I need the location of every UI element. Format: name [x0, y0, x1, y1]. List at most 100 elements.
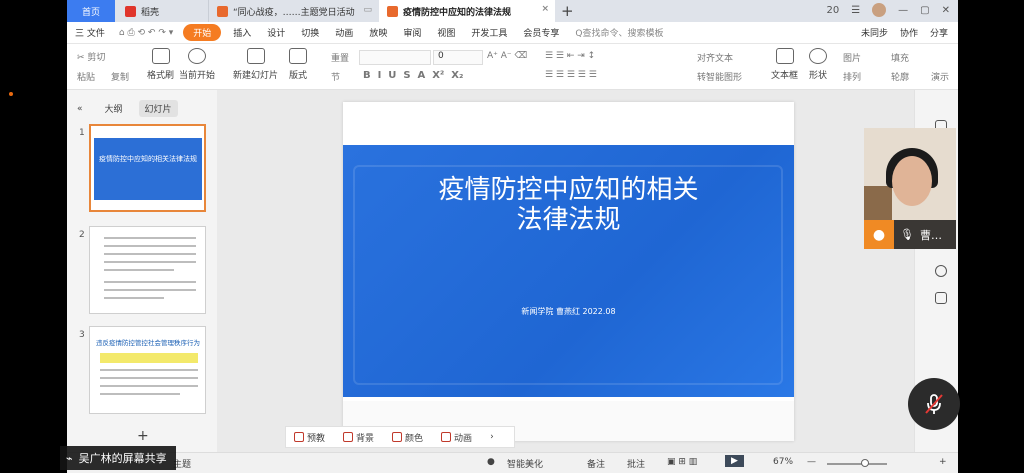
text-line [100, 393, 180, 395]
participant-label: 🎙 曹… [894, 220, 956, 249]
text-line [100, 377, 198, 379]
beautify-button[interactable]: 智能美化 [507, 457, 543, 470]
play-icon[interactable]: ▶ [725, 455, 744, 467]
close-icon[interactable]: ▭ [363, 5, 372, 15]
zoom-level[interactable]: 67% [773, 457, 793, 467]
menu-quick-icons[interactable]: ⌂ ⎙ ⟲ ↶ ↷ ▾ [113, 28, 179, 38]
text-line [104, 289, 196, 291]
section-button[interactable]: 节 [331, 70, 340, 83]
slide-number: 2 [79, 230, 85, 240]
preview-button[interactable]: 预教 [294, 431, 325, 444]
menu-insert[interactable]: 插入 [225, 26, 259, 39]
minimize-icon[interactable]: — [898, 5, 908, 16]
sort-button[interactable]: 排列 [843, 70, 861, 83]
sync-button[interactable]: 未同步 [861, 26, 888, 39]
wps-presentation-window: 首页 稻壳 “同心战疫，……主题党日活动 ▭ 疫情防控中应知的法律法规 × + … [67, 0, 958, 473]
share-button[interactable]: 分享 [930, 26, 948, 39]
current-slide[interactable]: 疫情防控中应知的相关 法律法规 新闻学院 曹燕红 2022.08 [343, 102, 794, 441]
paste-button[interactable]: 粘贴 [77, 70, 95, 83]
floating-toolbar: 预教 背景 颜色 动画 › [285, 426, 515, 448]
menu-design[interactable]: 设计 [259, 26, 293, 39]
color-button[interactable]: 颜色 [392, 431, 423, 444]
play-from-current-button[interactable]: 当前开始 [179, 48, 215, 81]
menu-right: 未同步 协作 分享 [861, 26, 948, 39]
text-format-buttons[interactable]: B I U S A X² X₂ [363, 70, 463, 81]
search-input[interactable]: Q查找命令、搜索模板 [575, 26, 663, 39]
reset-button[interactable]: 重置 [331, 51, 349, 64]
background-button[interactable]: 背景 [343, 431, 374, 444]
menu-slideshow[interactable]: 放映 [361, 26, 395, 39]
menu-animation[interactable]: 动画 [327, 26, 361, 39]
tab-outline[interactable]: 大纲 [99, 100, 129, 117]
zoom-in-icon[interactable]: + [939, 457, 947, 467]
menu-home[interactable]: 开始 [183, 24, 222, 41]
notes-button[interactable]: 备注 [587, 457, 605, 470]
chevron-right-icon[interactable]: › [490, 432, 494, 442]
play-icon [188, 48, 206, 64]
add-slide-button[interactable]: + [137, 428, 149, 444]
zoom-slider-thumb[interactable] [861, 459, 869, 467]
new-tab-button[interactable]: + [561, 2, 574, 20]
tab-slides[interactable]: 幻灯片 [138, 100, 178, 117]
menu-view[interactable]: 视图 [429, 26, 463, 39]
compass-icon[interactable] [935, 265, 947, 277]
avatar[interactable] [872, 3, 887, 17]
slide-title[interactable]: 疫情防控中应知的相关 法律法规 [343, 175, 794, 235]
restore-icon[interactable]: ▢ [920, 5, 929, 16]
close-window-icon[interactable]: ✕ [942, 5, 950, 16]
font-size-buttons[interactable]: A⁺ A⁻ ⌫ [487, 51, 527, 61]
menu-transition[interactable]: 切换 [293, 26, 327, 39]
collab-button[interactable]: 协作 [900, 26, 918, 39]
menu-bar: 三 文件 ⌂ ⎙ ⟲ ↶ ↷ ▾ 开始 插入 设计 切换 动画 放映 审阅 视图… [67, 22, 958, 44]
format-painter-button[interactable]: 格式刷 [147, 48, 174, 81]
text-line [104, 261, 196, 263]
animation-button[interactable]: 动画 [441, 431, 472, 444]
close-icon[interactable]: × [541, 4, 549, 14]
cursor-dot [9, 92, 13, 96]
format-painter-icon [151, 48, 170, 64]
menu-file[interactable]: 三 文件 [67, 26, 113, 39]
text-style-button[interactable]: 演示 [931, 70, 949, 83]
collapse-icon[interactable]: « [71, 102, 89, 116]
microphone-icon[interactable]: 🎙 [900, 228, 914, 241]
menu-review[interactable]: 审阅 [395, 26, 429, 39]
dot-icon: ● [487, 457, 495, 467]
slide-subtitle[interactable]: 新闻学院 曹燕红 2022.08 [343, 306, 794, 317]
zoom-slider[interactable] [827, 463, 887, 465]
list-buttons[interactable]: ☰ ☰ ⇤ ⇥ ↕ [545, 51, 595, 61]
font-name-field[interactable] [359, 50, 431, 65]
zoom-out-icon[interactable]: — [807, 457, 816, 467]
smartart-button[interactable]: 转智能图形 [697, 70, 742, 83]
mute-button[interactable] [908, 378, 960, 430]
menu-developer[interactable]: 开发工具 [463, 26, 515, 39]
new-slide-button[interactable]: 新建幻灯片 [233, 48, 278, 81]
tab-document-1[interactable]: “同心战疫，……主题党日活动 ▭ [208, 0, 378, 22]
slide-number: 3 [79, 330, 85, 340]
user-icon[interactable]: ● [864, 220, 894, 249]
cube-icon[interactable] [935, 292, 947, 304]
slide-number: 1 [79, 128, 85, 138]
image-button[interactable]: 图片 [843, 51, 861, 64]
menu-member[interactable]: 会员专享 [515, 26, 567, 39]
color-icon [392, 432, 403, 442]
tab-document-2[interactable]: 疫情防控中应知的法律法规 × [379, 0, 555, 22]
fill-button[interactable]: 填充 [891, 51, 909, 64]
window-badge[interactable]: 20 [826, 5, 839, 16]
shape-button[interactable]: 形状 [809, 48, 827, 81]
layout-button[interactable]: 版式 [289, 48, 307, 81]
font-size-field[interactable]: 0 [433, 50, 483, 65]
slide-thumbnail-1[interactable]: 疫情防控中应知的相关法律法规 [89, 124, 206, 212]
align-buttons[interactable]: ☰ ☰ ☰ ☰ ☰ [545, 70, 597, 80]
tab-home[interactable]: 首页 [67, 0, 115, 22]
outline-button[interactable]: 轮廓 [891, 70, 909, 83]
align-text-button[interactable]: 对齐文本 [697, 51, 733, 64]
textbox-button[interactable]: 文本框 [771, 48, 798, 81]
slide-thumbnail-3[interactable]: 违反疫情防控管控社会管理秩序行为 [89, 326, 206, 414]
menu-icon[interactable]: ☰ [851, 5, 860, 16]
view-buttons[interactable]: ▣ ⊞ ▥ [667, 457, 697, 467]
cut-button[interactable]: ✂ 剪切 [77, 50, 105, 63]
comments-button[interactable]: 批注 [627, 457, 645, 470]
slide-thumbnail-2[interactable] [89, 226, 206, 314]
copy-button[interactable]: 复制 [111, 70, 129, 83]
tab-daoke[interactable]: 稻壳 [117, 0, 207, 22]
